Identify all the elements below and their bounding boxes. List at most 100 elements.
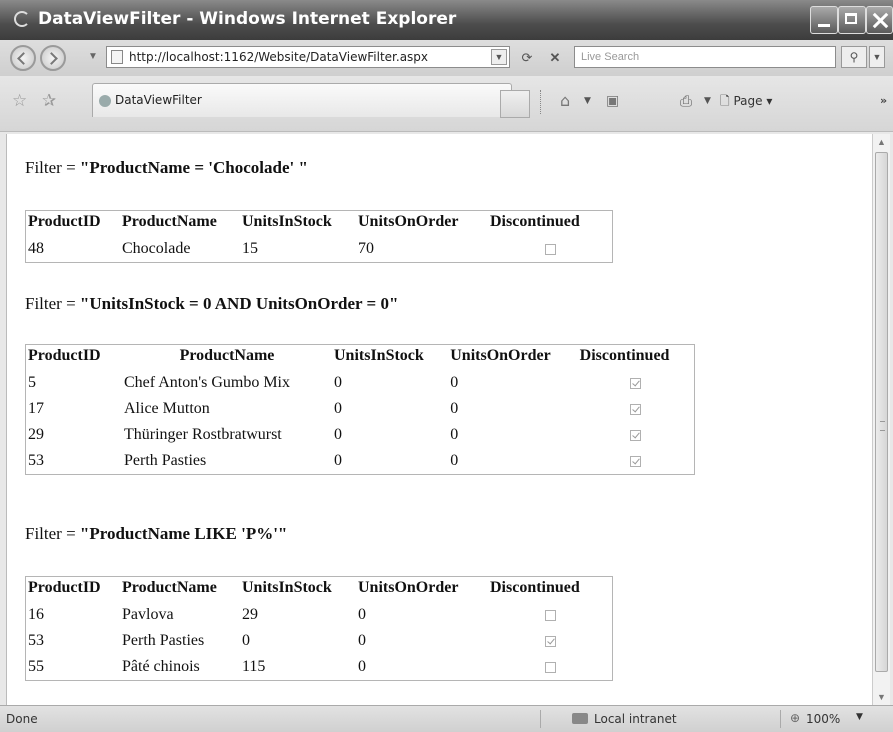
product-id-cell: 55 — [28, 658, 44, 675]
window-title: DataViewFilter - Windows Internet Explor… — [38, 9, 457, 29]
scrollbar-thumb[interactable] — [875, 152, 888, 672]
data-grid: ProductID ProductName UnitsInStock Units… — [25, 344, 695, 475]
stop-icon[interactable]: ✕ — [544, 48, 566, 68]
product-name-cell: Chef Anton's Gumbo Mix — [124, 374, 290, 391]
page-icon — [111, 50, 123, 64]
header-row: ProductID ProductName UnitsInStock Units… — [26, 345, 695, 371]
search-input[interactable]: Live Search — [574, 46, 836, 68]
address-url[interactable]: http://localhost:1162/Website/DataViewFi… — [129, 50, 428, 64]
refresh-icon[interactable]: ⟳ — [516, 48, 538, 68]
status-divider — [540, 710, 542, 728]
page-menu-label: Page — [733, 94, 763, 108]
discontinued-checkbox[interactable] — [630, 455, 642, 467]
search-placeholder: Live Search — [581, 51, 640, 63]
tab-dataviewfilter[interactable]: DataViewFilter — [92, 83, 512, 117]
product-name-cell: Chocolade — [122, 240, 191, 257]
product-id-cell: 48 — [28, 240, 44, 257]
zoom-dropdown-icon[interactable]: ▼ — [856, 712, 863, 722]
product-name-cell: Perth Pasties — [122, 632, 205, 649]
filter-expression: "UnitsInStock = 0 AND UnitsOnOrder = 0" — [79, 294, 399, 313]
toolbar-overflow-icon[interactable]: » — [880, 90, 887, 112]
recent-pages-dropdown-icon[interactable]: ▼ — [88, 51, 98, 62]
discontinued-cell — [488, 602, 613, 628]
search-icon[interactable]: ⚲ — [841, 46, 867, 68]
units-on-order-cell: 0 — [358, 606, 366, 623]
title-bar: DataViewFilter - Windows Internet Explor… — [0, 0, 893, 40]
local-intranet-icon — [572, 713, 588, 724]
close-button[interactable] — [866, 6, 893, 34]
units-on-order-cell: 0 — [450, 452, 459, 469]
discontinued-checkbox[interactable] — [630, 377, 642, 389]
column-header: Discontinued — [579, 347, 670, 364]
product-name-cell: Thüringer Rostbratwurst — [124, 426, 282, 443]
column-header: UnitsOnOrder — [358, 579, 459, 596]
product-id-cell: 17 — [28, 400, 44, 417]
filter-expression: "ProductName LIKE 'P%'" — [79, 524, 288, 543]
address-bar[interactable]: http://localhost:1162/Website/DataViewFi… — [106, 46, 510, 68]
column-header: Discontinued — [490, 579, 580, 596]
status-bar: Done Local intranet ⊕ 100% ▼ — [0, 705, 893, 732]
column-header: ProductID — [28, 347, 101, 364]
table-row: 53 Perth Pasties 0 0 — [26, 628, 613, 654]
print-dropdown-icon[interactable]: ▼ — [704, 90, 711, 112]
feeds-icon[interactable]: ▣ — [606, 90, 619, 112]
product-id-cell: 29 — [28, 426, 44, 443]
discontinued-cell — [488, 236, 613, 263]
home-dropdown-icon[interactable]: ▼ — [584, 90, 591, 112]
security-zone[interactable]: Local intranet — [594, 712, 677, 726]
units-in-stock-cell: 0 — [242, 632, 250, 649]
filter-label: Filter = "ProductName LIKE 'P%'" — [25, 524, 287, 544]
filter-expression: "ProductName = 'Chocolade' " — [79, 158, 308, 177]
column-header: UnitsInStock — [242, 579, 332, 596]
discontinued-checkbox[interactable] — [544, 661, 556, 673]
discontinued-checkbox[interactable] — [544, 609, 556, 621]
product-name-cell: Perth Pasties — [124, 452, 207, 469]
scroll-down-icon[interactable]: ▼ — [873, 689, 890, 705]
discontinued-checkbox[interactable] — [630, 429, 642, 441]
units-on-order-cell: 0 — [450, 400, 459, 417]
tab-bar: ☆ ✰ DataViewFilter ⌂ ▼ ▣ ⎙ ▼ 🗋 Page ▾ » — [0, 76, 893, 132]
print-icon[interactable]: ⎙ — [680, 90, 692, 112]
page-menu-button[interactable]: 🗋 Page ▾ — [720, 90, 772, 112]
browser-window: DataViewFilter - Windows Internet Explor… — [0, 0, 893, 732]
product-name-cell: Pâté chinois — [122, 658, 200, 675]
new-tab-button[interactable] — [500, 90, 530, 118]
toolbar-separator — [540, 90, 542, 114]
filter-prefix: Filter = — [25, 158, 80, 177]
zoom-icon: ⊕ — [790, 711, 801, 725]
table-row: 16 Pavlova 29 0 — [26, 602, 613, 628]
forward-arrow-icon[interactable] — [40, 45, 66, 71]
home-icon[interactable]: ⌂ — [560, 90, 570, 112]
minimize-button[interactable] — [810, 6, 838, 34]
vertical-scrollbar[interactable]: ▲ ▼ — [872, 134, 890, 705]
tab-label: DataViewFilter — [115, 93, 202, 107]
filter-prefix: Filter = — [25, 294, 80, 313]
tab-page-icon — [99, 95, 111, 107]
column-header: Discontinued — [490, 213, 580, 230]
column-header: ProductName — [179, 347, 275, 364]
back-arrow-icon[interactable] — [10, 45, 36, 71]
zoom-level[interactable]: 100% — [806, 712, 840, 726]
header-row: ProductID ProductName UnitsInStock Units… — [26, 577, 613, 603]
data-grid: ProductID ProductName UnitsInStock Units… — [25, 576, 613, 681]
maximize-button[interactable] — [838, 6, 866, 34]
column-header: ProductName — [122, 579, 217, 596]
column-header: UnitsOnOrder — [450, 347, 551, 364]
column-header: UnitsInStock — [242, 213, 332, 230]
discontinued-checkbox[interactable] — [544, 635, 556, 647]
favorites-star-icon[interactable]: ☆ — [12, 91, 27, 111]
search-options-dropdown-icon[interactable]: ▼ — [869, 46, 885, 68]
discontinued-checkbox[interactable] — [544, 243, 556, 255]
discontinued-checkbox[interactable] — [630, 403, 642, 415]
product-id-cell: 53 — [28, 632, 44, 649]
filter-prefix: Filter = — [25, 524, 80, 543]
column-header: ProductID — [28, 213, 101, 230]
address-dropdown-icon[interactable]: ▼ — [491, 49, 507, 65]
table-row: 55 Pâté chinois 115 0 — [26, 654, 613, 681]
ie-logo-icon — [14, 11, 30, 27]
header-row: ProductID ProductName UnitsInStock Units… — [26, 211, 613, 237]
add-favorites-icon[interactable]: ✰ — [42, 91, 56, 111]
units-in-stock-cell: 15 — [242, 240, 258, 257]
discontinued-cell — [578, 396, 695, 422]
scroll-up-icon[interactable]: ▲ — [873, 134, 890, 150]
